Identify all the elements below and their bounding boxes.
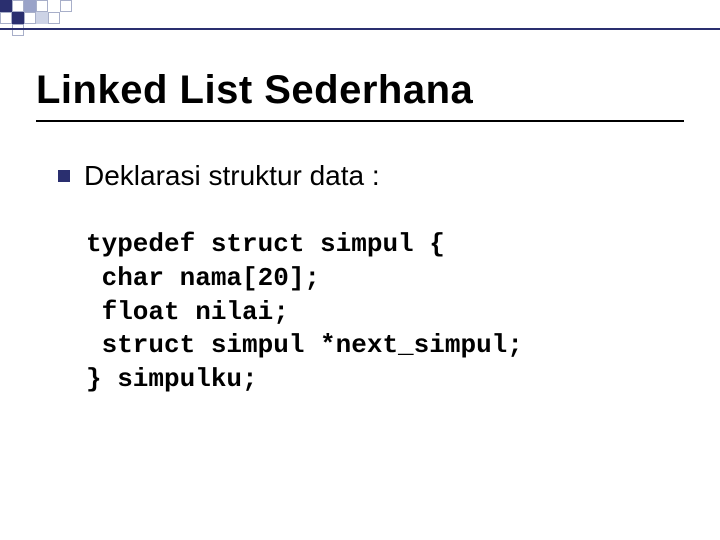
code-line: char nama[20]; [86,263,320,293]
title-underline [36,120,684,122]
page-title: Linked List Sederhana [36,68,473,113]
code-line: typedef struct simpul { [86,229,445,259]
code-block: typedef struct simpul { char nama[20]; f… [86,228,523,397]
body-content: Deklarasi struktur data : typedef struct… [58,160,523,397]
corner-decoration [0,0,72,36]
code-line: struct simpul *next_simpul; [86,330,523,360]
code-line: float nilai; [86,297,289,327]
bullet-item: Deklarasi struktur data : [58,160,523,192]
square-bullet-icon [58,170,70,182]
bullet-text: Deklarasi struktur data : [84,160,380,192]
code-line: } simpulku; [86,364,258,394]
top-divider [0,28,720,30]
